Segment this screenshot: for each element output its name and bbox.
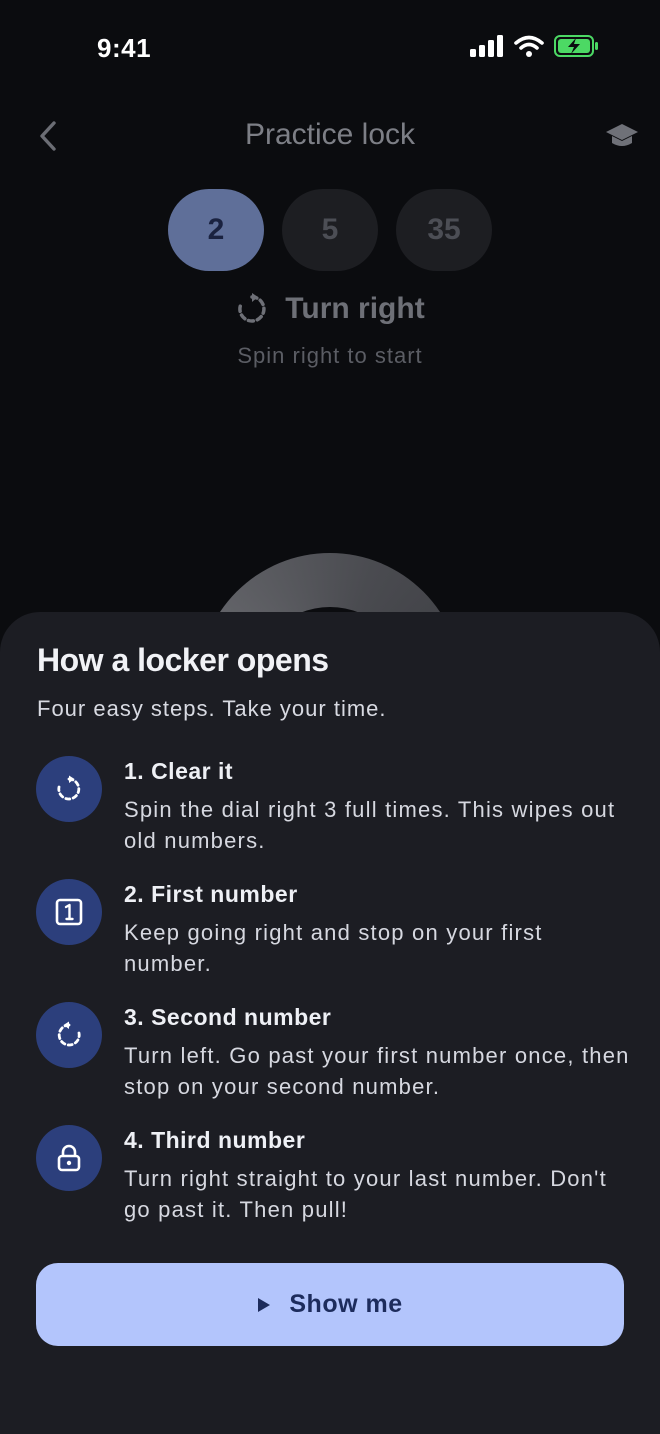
show-me-label: Show me: [289, 1290, 403, 1318]
step-title: 3. Second number: [124, 1004, 332, 1030]
rotate-left-icon: [57, 1021, 81, 1047]
step-description: Keep going right and stop on your first …: [124, 920, 543, 976]
play-icon: [258, 1297, 271, 1312]
combination-chips: 2 5 35: [168, 189, 492, 271]
combination-chip-2[interactable]: 5: [282, 189, 378, 271]
step-icon: [36, 756, 102, 822]
step-description: Spin the dial right 3 full times. This w…: [124, 797, 616, 853]
step-description: Turn right straight to your last number.…: [124, 1166, 607, 1222]
turn-hint: Spin right to start: [237, 343, 423, 368]
turn-instruction: Turn right: [0, 292, 660, 326]
cellular-signal-icon: [470, 35, 504, 62]
battery-charging-icon: [554, 35, 600, 62]
learn-button[interactable]: [600, 116, 644, 156]
wifi-icon: [514, 35, 544, 62]
step-title: 4. Third number: [124, 1127, 306, 1153]
step-description: Turn left. Go past your first number onc…: [124, 1043, 630, 1099]
graduation-cap-icon: [606, 124, 638, 146]
sheet-title: How a locker opens: [37, 642, 329, 678]
status-bar: 9:41: [0, 0, 660, 96]
rotate-right-icon: [238, 293, 266, 323]
screen: 9:41 Practice lock 2 5 35 Turn right Spi…: [0, 0, 660, 1434]
turn-label: Turn right: [285, 292, 425, 325]
combination-chip-3[interactable]: 35: [396, 189, 492, 271]
number-one-icon: [55, 898, 83, 926]
sheet-subtitle: Four easy steps. Take your time.: [37, 696, 387, 721]
status-time: 9:41: [97, 33, 152, 63]
step-title: 2. First number: [124, 881, 298, 907]
step-icon: [36, 1002, 102, 1068]
rotate-right-icon: [57, 775, 81, 801]
combination-chip-1[interactable]: 2: [168, 189, 264, 271]
status-icons: [470, 35, 600, 62]
step-icon: [36, 1125, 102, 1191]
step-icon: [36, 879, 102, 945]
show-me-button[interactable]: Show me: [36, 1263, 624, 1346]
lock-icon: [57, 1144, 81, 1172]
step-title: 1. Clear it: [124, 758, 234, 784]
instructions-sheet: How a locker opens Four easy steps. Take…: [0, 612, 660, 1434]
page-title: Practice lock: [244, 118, 416, 151]
